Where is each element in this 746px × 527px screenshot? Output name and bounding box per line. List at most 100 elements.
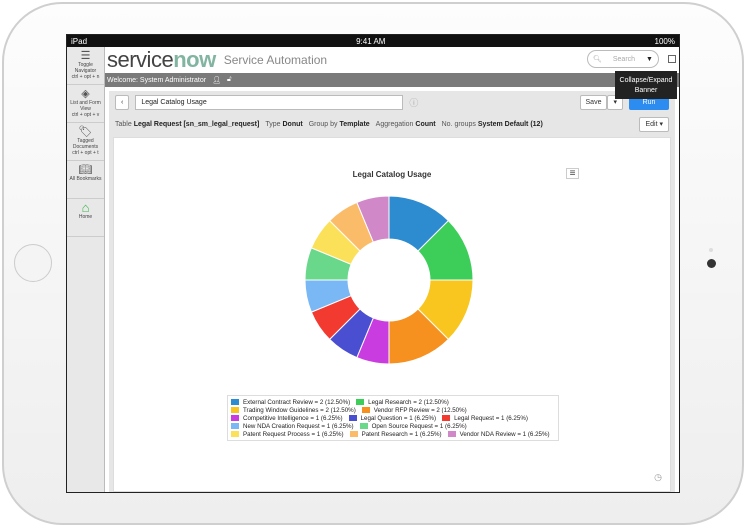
legend-label: Vendor NDA Review = 1 (6.25%) <box>459 430 550 438</box>
legend-label: Patent Research = 1 (6.25%) <box>361 430 442 438</box>
legend-swatch <box>361 407 370 413</box>
search-input[interactable]: 🔍︎ Search ▼ <box>587 50 659 68</box>
save-button[interactable]: Save <box>579 94 608 110</box>
legend-item[interactable]: Patent Research = 1 (6.25%) <box>349 430 442 438</box>
chart-title: Legal Catalog Usage <box>352 170 432 179</box>
book-icon: 📖︎ <box>78 164 93 176</box>
legend-label: External Contract Review = 2 (12.50%) <box>243 398 351 406</box>
meta-item: Table Legal Request [sn_sm_legal_request… <box>115 121 259 128</box>
legend-row: Trading Window Guidelines = 2 (12.50%) Ve… <box>231 406 555 414</box>
banner: servicenow Service Automation 🔍︎ Search ▼ <box>105 47 679 73</box>
sidebar-item-toggle-navigator[interactable]: ☰ Toggle Navigator ctrl + opt + n <box>67 47 104 85</box>
legend-label: New NDA Creation Request = 1 (6.25%) <box>243 422 354 430</box>
tooltip: Collapse/Expand Banner <box>615 71 677 99</box>
meta-key: Aggregation <box>375 120 414 128</box>
welcome-text: Welcome: System Administrator <box>107 76 207 84</box>
legend-item[interactable]: New NDA Creation Request = 1 (6.25%) <box>231 423 354 430</box>
sidebar-item-list-and-form-view[interactable]: ◈ List and Form View ctrl + opt + v <box>67 85 104 123</box>
meta-key: Table <box>115 120 132 128</box>
home-icon: ⌂ <box>81 200 90 215</box>
legend-swatch <box>231 431 239 437</box>
sidebar-label: Home <box>78 214 93 220</box>
banner-subtitle: Service Automation <box>223 53 328 67</box>
meta-key: Group by <box>308 120 338 128</box>
legend-item[interactable]: Legal Request = 1 (6.25%) <box>442 415 528 422</box>
report-name-input[interactable]: Legal Catalog Usage <box>135 94 404 110</box>
meta-item: Type Donut <box>265 121 302 128</box>
legend-item[interactable]: Vendor RFP Review = 2 (12.50%) <box>361 406 467 414</box>
legend-label: Trading Window Guidelines = 2 (12.50%) <box>243 406 356 414</box>
legend-item[interactable]: Legal Question = 1 (6.25%) <box>348 414 437 422</box>
meta-item: Group by Template <box>309 121 370 128</box>
meta-value: Count <box>415 120 436 128</box>
sensor <box>709 248 713 252</box>
report-area: ‹ Legal Catalog Usage ⓘ Save ▾ Run Table… <box>109 91 675 492</box>
sidebar-item-tagged-documents[interactable]: 🏷︎ Tagged Documents ctrl + opt + t <box>67 123 104 161</box>
legend-label: Vendor RFP Review = 2 (12.50%) <box>373 406 467 414</box>
camera <box>707 259 716 268</box>
status-bar: iPad 9:41 AM 100% <box>67 35 679 47</box>
back-button[interactable]: ‹ <box>115 94 130 110</box>
legend-label: Competitive Intelligence = 1 (6.25%) <box>243 414 343 422</box>
servicenow-logo[interactable]: servicenow <box>107 47 216 73</box>
meta-value: Donut <box>282 120 303 128</box>
home-button[interactable] <box>14 244 52 282</box>
legend-label: Legal Research = 2 (12.50%) <box>368 398 449 406</box>
donut-chart <box>304 195 474 365</box>
clock-icon: ◷ <box>654 472 662 482</box>
sidebar-item-home[interactable]: ⌂ Home <box>67 199 104 237</box>
meta-value: Template <box>339 120 370 128</box>
edit-label: Edit <box>645 120 658 128</box>
sidebar-label: List and Form View <box>70 100 101 112</box>
meta-key: No. groups <box>441 120 476 128</box>
legend-swatch <box>231 407 239 413</box>
legend-swatch <box>231 399 239 405</box>
edit-button[interactable]: Edit ▾ <box>639 116 669 132</box>
collapse-banner-icon[interactable] <box>668 55 676 63</box>
device-name: iPad <box>71 36 88 46</box>
legend-swatch <box>231 423 239 429</box>
legend-item[interactable]: External Contract Review = 2 (12.50%) <box>231 399 350 406</box>
sidebar-shortcut: ctrl + opt + t <box>72 150 99 156</box>
legend-row: Competitive Intelligence = 1 (6.25%) Lega… <box>231 414 555 422</box>
report-meta: Table Legal Request [sn_sm_legal_request… <box>109 113 675 135</box>
legend-swatch <box>348 415 357 421</box>
list-icon: ☰ <box>80 50 91 62</box>
tag-icon: 🏷︎ <box>78 126 93 138</box>
legend-row: Patent Request Process = 1 (6.25%) Patent… <box>231 430 555 438</box>
split-view-icon: ◈ <box>81 88 90 100</box>
legend-swatch <box>447 431 456 437</box>
legend-label: Patent Request Process = 1 (6.25%) <box>243 430 344 438</box>
legend-swatch <box>442 415 451 421</box>
welcome-bar: Welcome: System Administrator 👤︎ 🔓︎ <box>105 73 679 87</box>
meta-key: Type <box>265 120 281 128</box>
legend-label: Legal Request = 1 (6.25%) <box>454 414 528 422</box>
sidebar-label: Tagged Documents <box>72 138 99 150</box>
legend-row: New NDA Creation Request = 1 (6.25%) Open… <box>231 422 555 430</box>
chart-legend: External Contract Review = 2 (12.50%) Leg… <box>227 395 559 441</box>
user-icon[interactable]: 👤︎ <box>212 76 221 84</box>
legend-swatch <box>356 399 365 405</box>
legend-swatch <box>231 415 239 421</box>
logout-icon[interactable]: 🔓︎ <box>227 76 232 84</box>
search-icon: 🔍︎ <box>593 56 602 63</box>
legend-label: Open Source Request = 1 (6.25%) <box>371 422 467 430</box>
chart-menu-icon[interactable]: ≡ <box>566 168 579 179</box>
sidebar: ☰ Toggle Navigator ctrl + opt + n ◈ List and… <box>67 47 105 492</box>
legend-item[interactable]: Open Source Request = 1 (6.25%) <box>359 422 467 430</box>
legend-item[interactable]: Competitive Intelligence = 1 (6.25%) <box>231 415 343 422</box>
screen: iPad 9:41 AM 100% ☰ Toggle Navigator ctrl … <box>66 34 680 493</box>
meta-value: Legal Request [sn_sm_legal_request] <box>133 120 260 128</box>
legend-item[interactable]: Patent Request Process = 1 (6.25%) <box>231 431 344 438</box>
sidebar-label: Toggle Navigator <box>74 62 97 74</box>
legend-item[interactable]: Legal Research = 2 (12.50%) <box>356 399 449 406</box>
legend-item[interactable]: Vendor NDA Review = 1 (6.25%) <box>447 430 550 438</box>
info-icon[interactable]: ⓘ <box>409 96 418 109</box>
search-placeholder: Search <box>612 55 636 63</box>
legend-item[interactable]: Trading Window Guidelines = 2 (12.50%) <box>231 407 356 414</box>
legend-swatch <box>359 423 368 429</box>
chevron-down-icon: ▼ <box>646 55 653 63</box>
meta-item: No. groups System Default (12) <box>442 121 543 128</box>
legend-label: Legal Question = 1 (6.25%) <box>360 414 437 422</box>
sidebar-item-all-bookmarks[interactable]: 📖︎ All Bookmarks <box>67 161 104 199</box>
